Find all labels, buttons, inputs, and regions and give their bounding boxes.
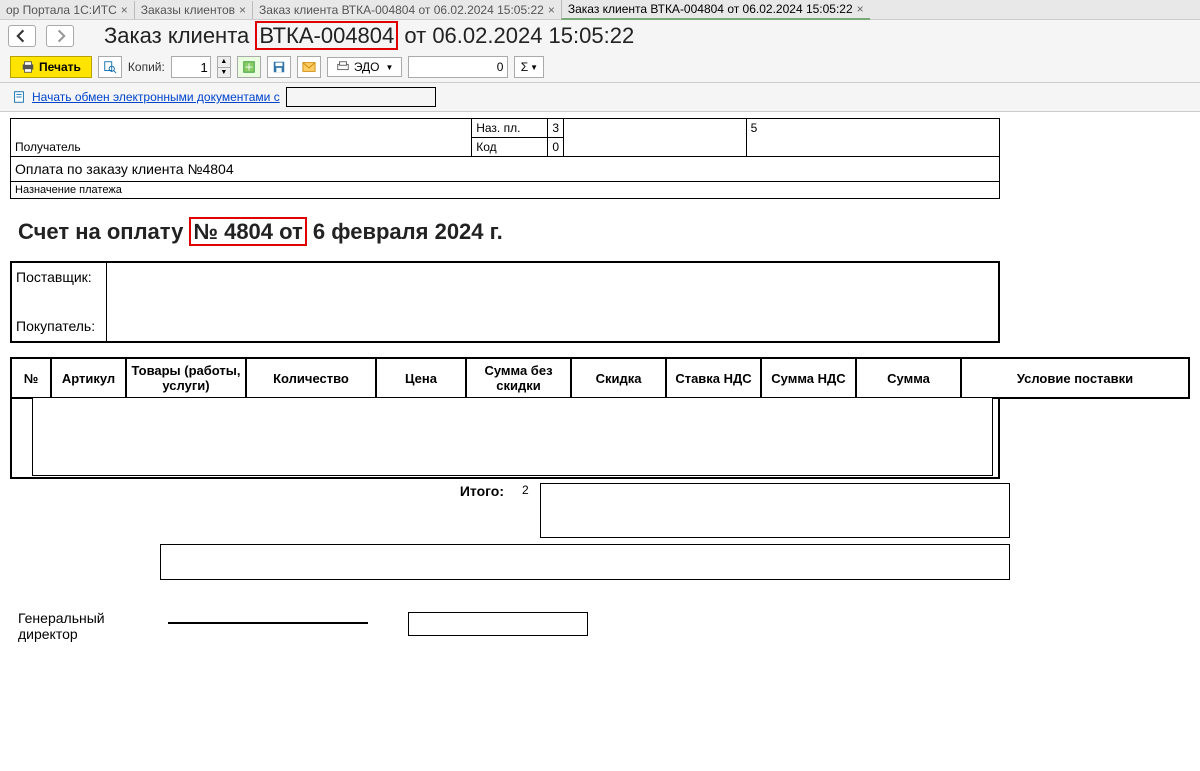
tab-label: Заказ клиента ВТКА-004804 от 06.02.2024 … <box>568 2 853 16</box>
tab-bar: ор Портала 1С:ИТС × Заказы клиентов × За… <box>0 0 1200 20</box>
tab-label: Заказы клиентов <box>141 3 235 17</box>
close-icon[interactable]: × <box>548 3 555 17</box>
copies-label: Копий: <box>128 60 165 74</box>
items-body <box>10 399 1000 479</box>
page-title: Заказ клиента ВТКА-004804 от 06.02.2024 … <box>104 23 634 49</box>
tab-2[interactable]: Заказ клиента ВТКА-004804 от 06.02.2024 … <box>252 1 561 19</box>
totals-label: Итого: <box>460 483 504 499</box>
col-vat-sum: Сумма НДС <box>761 358 856 398</box>
redaction-box <box>32 398 993 476</box>
naz-pl-value: 5 <box>746 119 999 157</box>
supplier-label: Поставщик: <box>11 262 106 312</box>
close-icon[interactable]: × <box>857 2 864 16</box>
chevron-down-icon: ▼ <box>530 63 538 72</box>
tab-0[interactable]: ор Портала 1С:ИТС × <box>0 1 134 19</box>
payment-text: Оплата по заказу клиента №4804 <box>11 157 1000 182</box>
tab-label: ор Портала 1С:ИТС <box>6 3 117 17</box>
start-edo-link[interactable]: Начать обмен электронными документами с <box>32 90 280 104</box>
edo-link-row: Начать обмен электронными документами с <box>0 83 1200 111</box>
col-goods: Товары (работы, услуги) <box>126 358 246 398</box>
recipient-label: Получатель <box>15 140 81 154</box>
tab-1[interactable]: Заказы клиентов × <box>134 1 252 19</box>
forward-button[interactable] <box>46 25 74 47</box>
chevron-down-icon: ▼ <box>386 63 394 72</box>
col3-top: 3 <box>548 119 564 138</box>
items-table: № Артикул Товары (работы, услуги) Количе… <box>10 357 1190 399</box>
col-sum-no-disc: Сумма без скидки <box>466 358 571 398</box>
close-icon[interactable]: × <box>239 3 246 17</box>
col-price: Цена <box>376 358 466 398</box>
summary-blank-box <box>160 544 1010 580</box>
preview-button[interactable] <box>98 56 122 78</box>
kod-label: Код <box>472 138 548 157</box>
col3-bot: 0 <box>548 138 564 157</box>
copies-spinner[interactable]: ▲ ▼ <box>217 56 231 78</box>
purpose-label: Назначение платежа <box>11 182 1000 199</box>
save-button[interactable] <box>267 56 291 78</box>
sigma-icon: Σ <box>521 60 528 74</box>
sigma-button[interactable]: Σ ▼ <box>514 56 544 78</box>
header-row: Заказ клиента ВТКА-004804 от 06.02.2024 … <box>0 20 1200 52</box>
action-toolbar: Печать Копий: ▲ ▼ ЭДО ▼ 0 Σ ▼ <box>0 52 1200 83</box>
invoice-prefix: Счет на оплату <box>18 219 189 244</box>
gen-dir-label: Генеральный директор <box>18 610 128 642</box>
doc-number-highlight: ВТКА-004804 <box>255 21 398 50</box>
print-label: Печать <box>39 60 81 74</box>
signature-row: Генеральный директор <box>18 610 1190 642</box>
title-suffix: от 06.02.2024 15:05:22 <box>398 23 634 48</box>
col-sku: Артикул <box>51 358 126 398</box>
back-button[interactable] <box>8 25 36 47</box>
email-button[interactable] <box>297 56 321 78</box>
tab-3[interactable]: Заказ клиента ВТКА-004804 от 06.02.2024 … <box>561 0 870 20</box>
document-area: Получатель Наз. пл. 3 5 Код 0 Оплата по … <box>0 111 1200 771</box>
naz-pl-label: Наз. пл. <box>472 119 548 138</box>
signature-box <box>408 612 588 636</box>
edo-button[interactable]: ЭДО ▼ <box>327 57 403 77</box>
col-discount: Скидка <box>571 358 666 398</box>
col-delivery: Условие поставки <box>961 358 1189 398</box>
close-icon[interactable]: × <box>121 3 128 17</box>
tab-label: Заказ клиента ВТКА-004804 от 06.02.2024 … <box>259 3 544 17</box>
invoice-number-highlight: № 4804 от <box>189 217 306 246</box>
col-sum: Сумма <box>856 358 961 398</box>
signature-line <box>168 610 368 624</box>
copies-input[interactable] <box>171 56 211 78</box>
spinner-down-icon[interactable]: ▼ <box>218 68 230 78</box>
totals-blank-box <box>540 483 1010 538</box>
totals-value: 2 <box>522 483 532 497</box>
invoice-suffix: 6 февраля 2024 г. <box>307 219 503 244</box>
spinner-up-icon[interactable]: ▲ <box>218 57 230 68</box>
edo-target-box <box>286 87 436 107</box>
edit-button[interactable] <box>237 56 261 78</box>
value-box: 0 <box>408 56 508 78</box>
edo-label: ЭДО <box>354 60 380 74</box>
title-prefix: Заказ клиента <box>104 23 255 48</box>
document-icon <box>12 90 26 104</box>
print-button[interactable]: Печать <box>10 56 92 78</box>
invoice-title: Счет на оплату № 4804 от 6 февраля 2024 … <box>18 219 1190 245</box>
col-num: № <box>11 358 51 398</box>
totals-row: Итого: 2 <box>10 483 1010 538</box>
col-qty: Количество <box>246 358 376 398</box>
buyer-label: Покупатель: <box>11 312 106 342</box>
col-vat-rate: Ставка НДС <box>666 358 761 398</box>
